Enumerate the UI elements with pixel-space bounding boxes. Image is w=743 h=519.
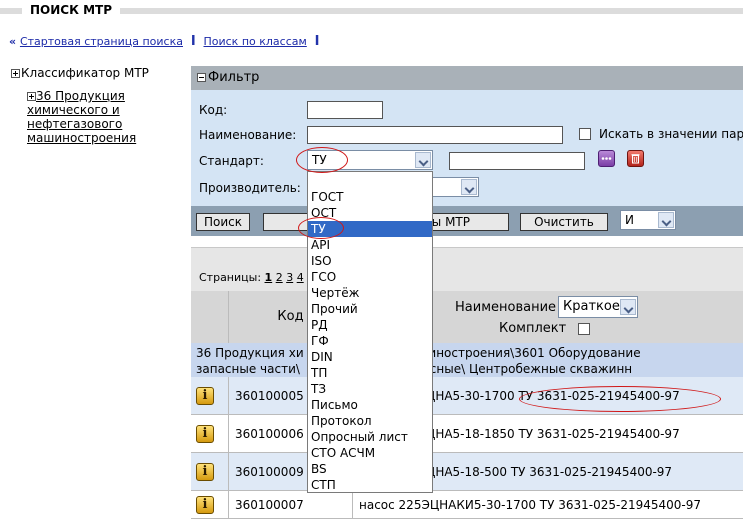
chevron-down-icon[interactable] <box>415 152 431 168</box>
row-code: 360100007 <box>229 491 353 518</box>
row-icon-cell: i <box>191 415 229 452</box>
group-row[interactable]: 36 Продукция хи газового машиностроения\… <box>191 343 743 377</box>
standard-text-input[interactable] <box>449 152 585 170</box>
collapse-minus-icon[interactable] <box>197 73 206 82</box>
option-tz[interactable]: ТЗ <box>308 381 432 397</box>
filter-title: Фильтр <box>208 70 260 85</box>
page-4-link[interactable]: 4 <box>297 271 304 284</box>
option-api[interactable]: API <box>308 237 432 253</box>
row-icon-cell: i <box>191 491 229 518</box>
option-din[interactable]: DIN <box>308 349 432 365</box>
option-other[interactable]: Прочий <box>308 301 432 317</box>
results-table-header: Код Наименование Краткое Комплект <box>191 291 743 343</box>
clear-button[interactable]: Очистить <box>520 213 608 231</box>
tree-root[interactable]: Классификатор МТР <box>11 66 149 80</box>
search-button[interactable]: Поиск <box>196 213 250 231</box>
code-label: Код: <box>199 103 228 117</box>
standard-label: Стандарт: <box>199 154 264 168</box>
info-icon[interactable]: i <box>196 425 214 443</box>
tree-root-label[interactable]: Классификатор МТР <box>21 66 149 80</box>
more-options-icon[interactable] <box>598 150 615 167</box>
expand-plus-icon[interactable] <box>11 69 20 78</box>
start-page-link[interactable]: Стартовая страница поиска <box>20 35 183 48</box>
tree-child-line-4[interactable]: машиностроения <box>27 131 177 145</box>
col-name-header[interactable]: Наименование <box>455 300 556 315</box>
info-icon[interactable]: i <box>196 387 214 405</box>
table-row[interactable]: i 360100005 ЦНА5-30-1700 ТУ 3631-025-219… <box>191 377 743 415</box>
page-title: ПОИСК МТР <box>22 2 121 18</box>
page-3-link[interactable]: 3 <box>286 271 293 284</box>
name-input[interactable] <box>307 126 563 144</box>
tree-child[interactable]: 36 Продукция химического и нефтегазового… <box>27 89 177 145</box>
kit-checkbox[interactable] <box>578 323 590 335</box>
standard-select[interactable]: ТУ <box>307 150 433 170</box>
tree-child-line-2[interactable]: химического и <box>27 103 177 117</box>
option-iso[interactable]: ISO <box>308 253 432 269</box>
page-2-link[interactable]: 2 <box>276 271 283 284</box>
nav-separator: I <box>190 34 196 49</box>
info-icon[interactable]: i <box>196 496 214 514</box>
option-questionnaire[interactable]: Опросный лист <box>308 429 432 445</box>
kit-label: Комплект <box>499 321 567 336</box>
option-sto-aschm[interactable]: СТО АСЧМ <box>308 445 432 461</box>
standard-select-value: ТУ <box>312 153 327 167</box>
group-line-1: 36 Продукция хи газового машиностроения\… <box>196 346 641 360</box>
search-in-value-label: Искать в значении пар <box>599 127 743 141</box>
name-mode-value: Краткое <box>563 299 620 314</box>
nav-links: « Стартовая страница поиска I Поиск по к… <box>9 34 319 50</box>
option-stp[interactable]: СТП <box>308 477 432 493</box>
pages-label: Страницы: <box>199 271 262 284</box>
logic-select-value: И <box>625 213 634 227</box>
row-icon-cell: i <box>191 453 229 490</box>
row-name: насос 225ЭЦНАКИ5-30-1700 ТУ 3631-025-219… <box>359 498 702 512</box>
header-icon-col <box>191 291 229 343</box>
filter-panel-header[interactable]: Фильтр <box>191 66 743 90</box>
option-letter[interactable]: Письмо <box>308 397 432 413</box>
nav-separator-2: I <box>314 34 320 49</box>
standard-dropdown-list[interactable]: ГОСТ ОСТ ТУ API ISO ГСО Чертёж Прочий РД… <box>307 171 433 493</box>
trash-icon[interactable] <box>627 150 644 167</box>
page-header: ПОИСК МТР <box>0 0 743 19</box>
option-tp[interactable]: ТП <box>308 365 432 381</box>
chevron-down-icon[interactable] <box>461 179 477 195</box>
table-row[interactable]: i 360100007 насос 225ЭЦНАКИ5-30-1700 ТУ … <box>191 491 743 519</box>
table-row[interactable]: i 360100009 ЦНА5-18-500 ТУ 3631-025-2194… <box>191 453 743 491</box>
page-1-link[interactable]: 1 <box>265 271 273 284</box>
class-search-link[interactable]: Поиск по классам <box>203 35 306 48</box>
option-gost[interactable]: ГОСТ <box>308 189 432 205</box>
pager: Страницы: 1 2 3 4 <box>199 271 304 284</box>
name-label: Наименование: <box>199 128 297 142</box>
option-gso[interactable]: ГСО <box>308 269 432 285</box>
group-line-2: запасные части\ агрегаты насосные\ Центр… <box>196 362 633 376</box>
results-pager-bar: Страницы: 1 2 3 4 <box>191 247 743 291</box>
logic-select[interactable]: И <box>620 210 676 230</box>
table-row[interactable]: i 360100006 ЦНА5-18-1850 ТУ 3631-025-219… <box>191 415 743 453</box>
row-icon-cell: i <box>191 377 229 414</box>
info-icon[interactable]: i <box>196 463 214 481</box>
search-in-value-checkbox[interactable] <box>579 128 591 140</box>
tree-child-line-3[interactable]: нефтегазового <box>27 117 177 131</box>
code-input[interactable] <box>307 101 383 119</box>
manufacturer-label: Производитель: <box>199 181 301 195</box>
option-tu[interactable]: ТУ <box>308 221 432 237</box>
option-rd[interactable]: РД <box>308 317 432 333</box>
name-mode-select[interactable]: Краткое <box>558 296 638 318</box>
option-protocol[interactable]: Протокол <box>308 413 432 429</box>
option-drawing[interactable]: Чертёж <box>308 285 432 301</box>
chevron-down-icon[interactable] <box>620 299 636 315</box>
option-gf[interactable]: ГФ <box>308 333 432 349</box>
chevron-down-icon[interactable] <box>658 212 674 228</box>
option-ost[interactable]: ОСТ <box>308 205 432 221</box>
expand-plus-icon[interactable] <box>27 92 36 101</box>
tree-child-line-1[interactable]: 36 Продукция <box>36 89 125 103</box>
nav-marker-icon: « <box>9 35 17 48</box>
option-bs[interactable]: BS <box>308 461 432 477</box>
